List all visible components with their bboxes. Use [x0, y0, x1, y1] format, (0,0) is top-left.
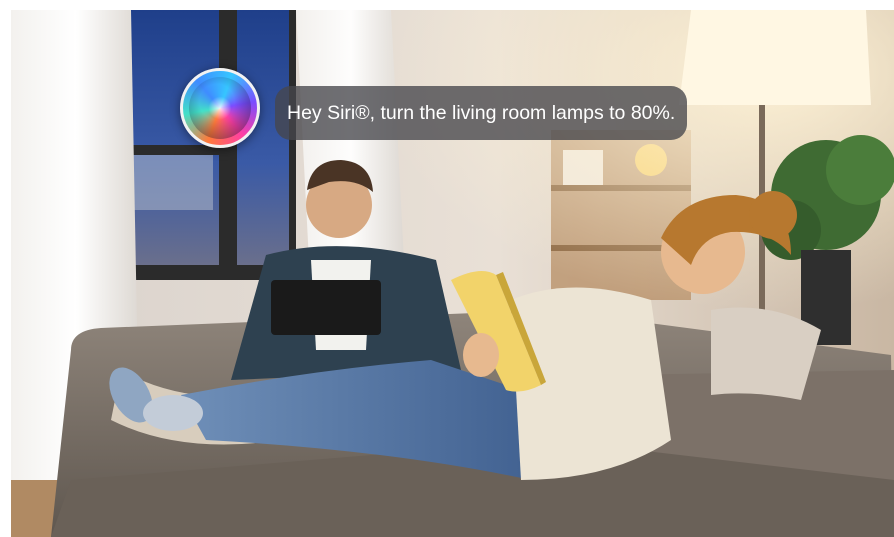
hero-image: Hey Siri®, turn the living room lamps to… — [11, 10, 894, 537]
siri-prompt-bubble: Hey Siri®, turn the living room lamps to… — [275, 86, 688, 140]
siri-icon — [180, 68, 260, 148]
